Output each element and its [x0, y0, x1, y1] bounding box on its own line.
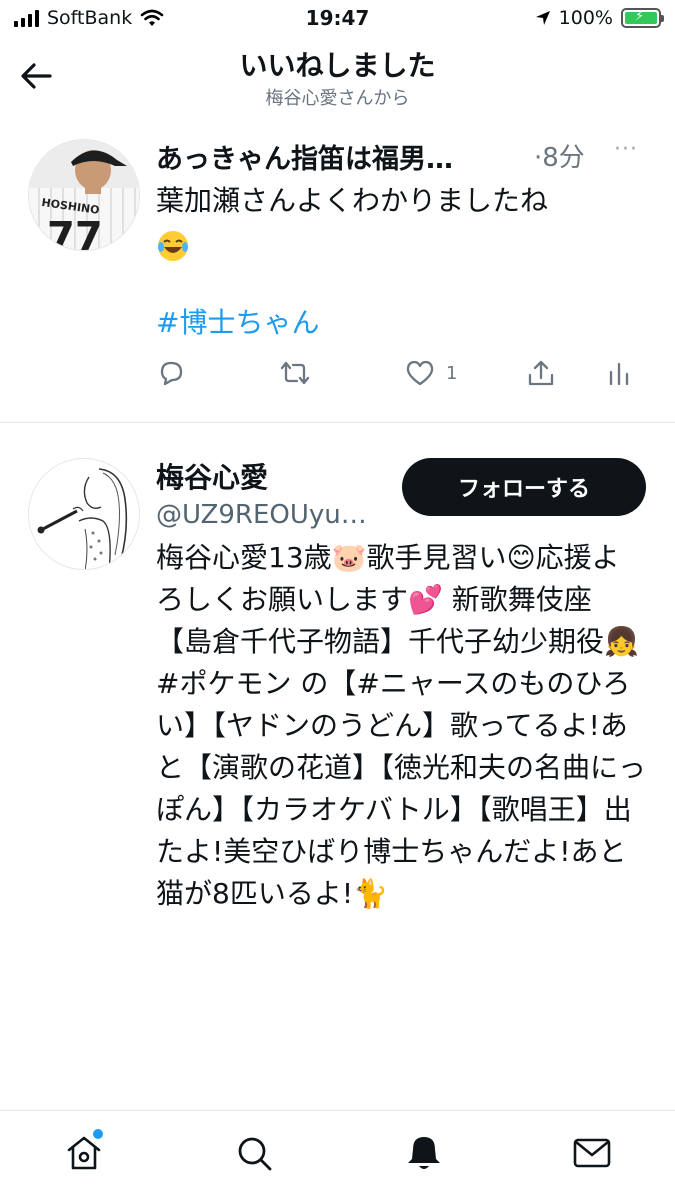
- user-handle[interactable]: @UZ9REOUyu…: [156, 500, 388, 530]
- like-count: 1: [446, 362, 458, 384]
- user-name[interactable]: 梅谷心愛: [156, 456, 268, 496]
- tweet-text-content: 葉加瀬さんよくわかりましたね: [156, 184, 549, 217]
- reply-icon: [160, 361, 183, 386]
- tweet-text: 葉加瀬さんよくわかりましたね: [156, 179, 646, 267]
- tweet[interactable]: HOSHINO 77 あっきゃん指笛は福男… ·8分 ··· 葉加瀬さんよくわか…: [0, 125, 675, 423]
- analytics-button[interactable]: [606, 355, 632, 391]
- user-bio: 梅谷心愛13歳🐷歌手見習い😊応援よろしくお願いします💕 新歌舞伎座【島倉千代子物…: [156, 541, 647, 910]
- home-notification-dot: [93, 1129, 103, 1139]
- more-options-icon[interactable]: ···: [614, 137, 638, 162]
- tweet-author-avatar[interactable]: HOSHINO 77: [28, 139, 140, 251]
- tweet-actions: 1: [156, 355, 646, 395]
- status-bar-right: 100% ⚡: [535, 7, 664, 29]
- analytics-icon: [609, 362, 629, 386]
- share-button[interactable]: [526, 355, 556, 391]
- page-subtitle: 梅谷心愛さんから: [265, 88, 410, 109]
- svg-text:77: 77: [47, 214, 103, 251]
- share-icon: [528, 360, 554, 386]
- tweet-timestamp: ·8分: [534, 143, 585, 173]
- reply-button[interactable]: [156, 355, 186, 391]
- search-icon[interactable]: [234, 1133, 274, 1173]
- retweet-button[interactable]: [278, 355, 312, 391]
- status-bar: SoftBank 19:47 100% ⚡: [0, 0, 675, 40]
- like-button[interactable]: 1: [404, 355, 457, 391]
- messages-icon[interactable]: [572, 1133, 612, 1173]
- like-icon: [406, 360, 434, 386]
- bottom-nav: [0, 1110, 675, 1200]
- user-avatar[interactable]: [28, 458, 140, 570]
- battery-percent: 100%: [558, 7, 613, 29]
- tweet-hashtag-link[interactable]: #博士ちゃん: [156, 301, 319, 341]
- tweet-author-name[interactable]: あっきゃん指笛は福男…: [156, 137, 508, 176]
- user-card[interactable]: 梅谷心愛 @UZ9REOUyu… フォローする 梅谷心愛13歳🐷歌手見習い😊応援…: [0, 424, 675, 1110]
- page-title: いいねしました: [239, 49, 436, 82]
- retweet-icon: [280, 361, 310, 385]
- location-icon: [535, 11, 550, 25]
- follow-button[interactable]: フォローする: [402, 458, 646, 516]
- tears-of-joy-emoji-icon: [158, 231, 188, 261]
- battery-icon: ⚡: [621, 8, 664, 28]
- notifications-icon[interactable]: [404, 1133, 444, 1173]
- header: いいねしました 梅谷心愛さんから: [0, 40, 675, 120]
- home-icon[interactable]: [64, 1133, 104, 1173]
